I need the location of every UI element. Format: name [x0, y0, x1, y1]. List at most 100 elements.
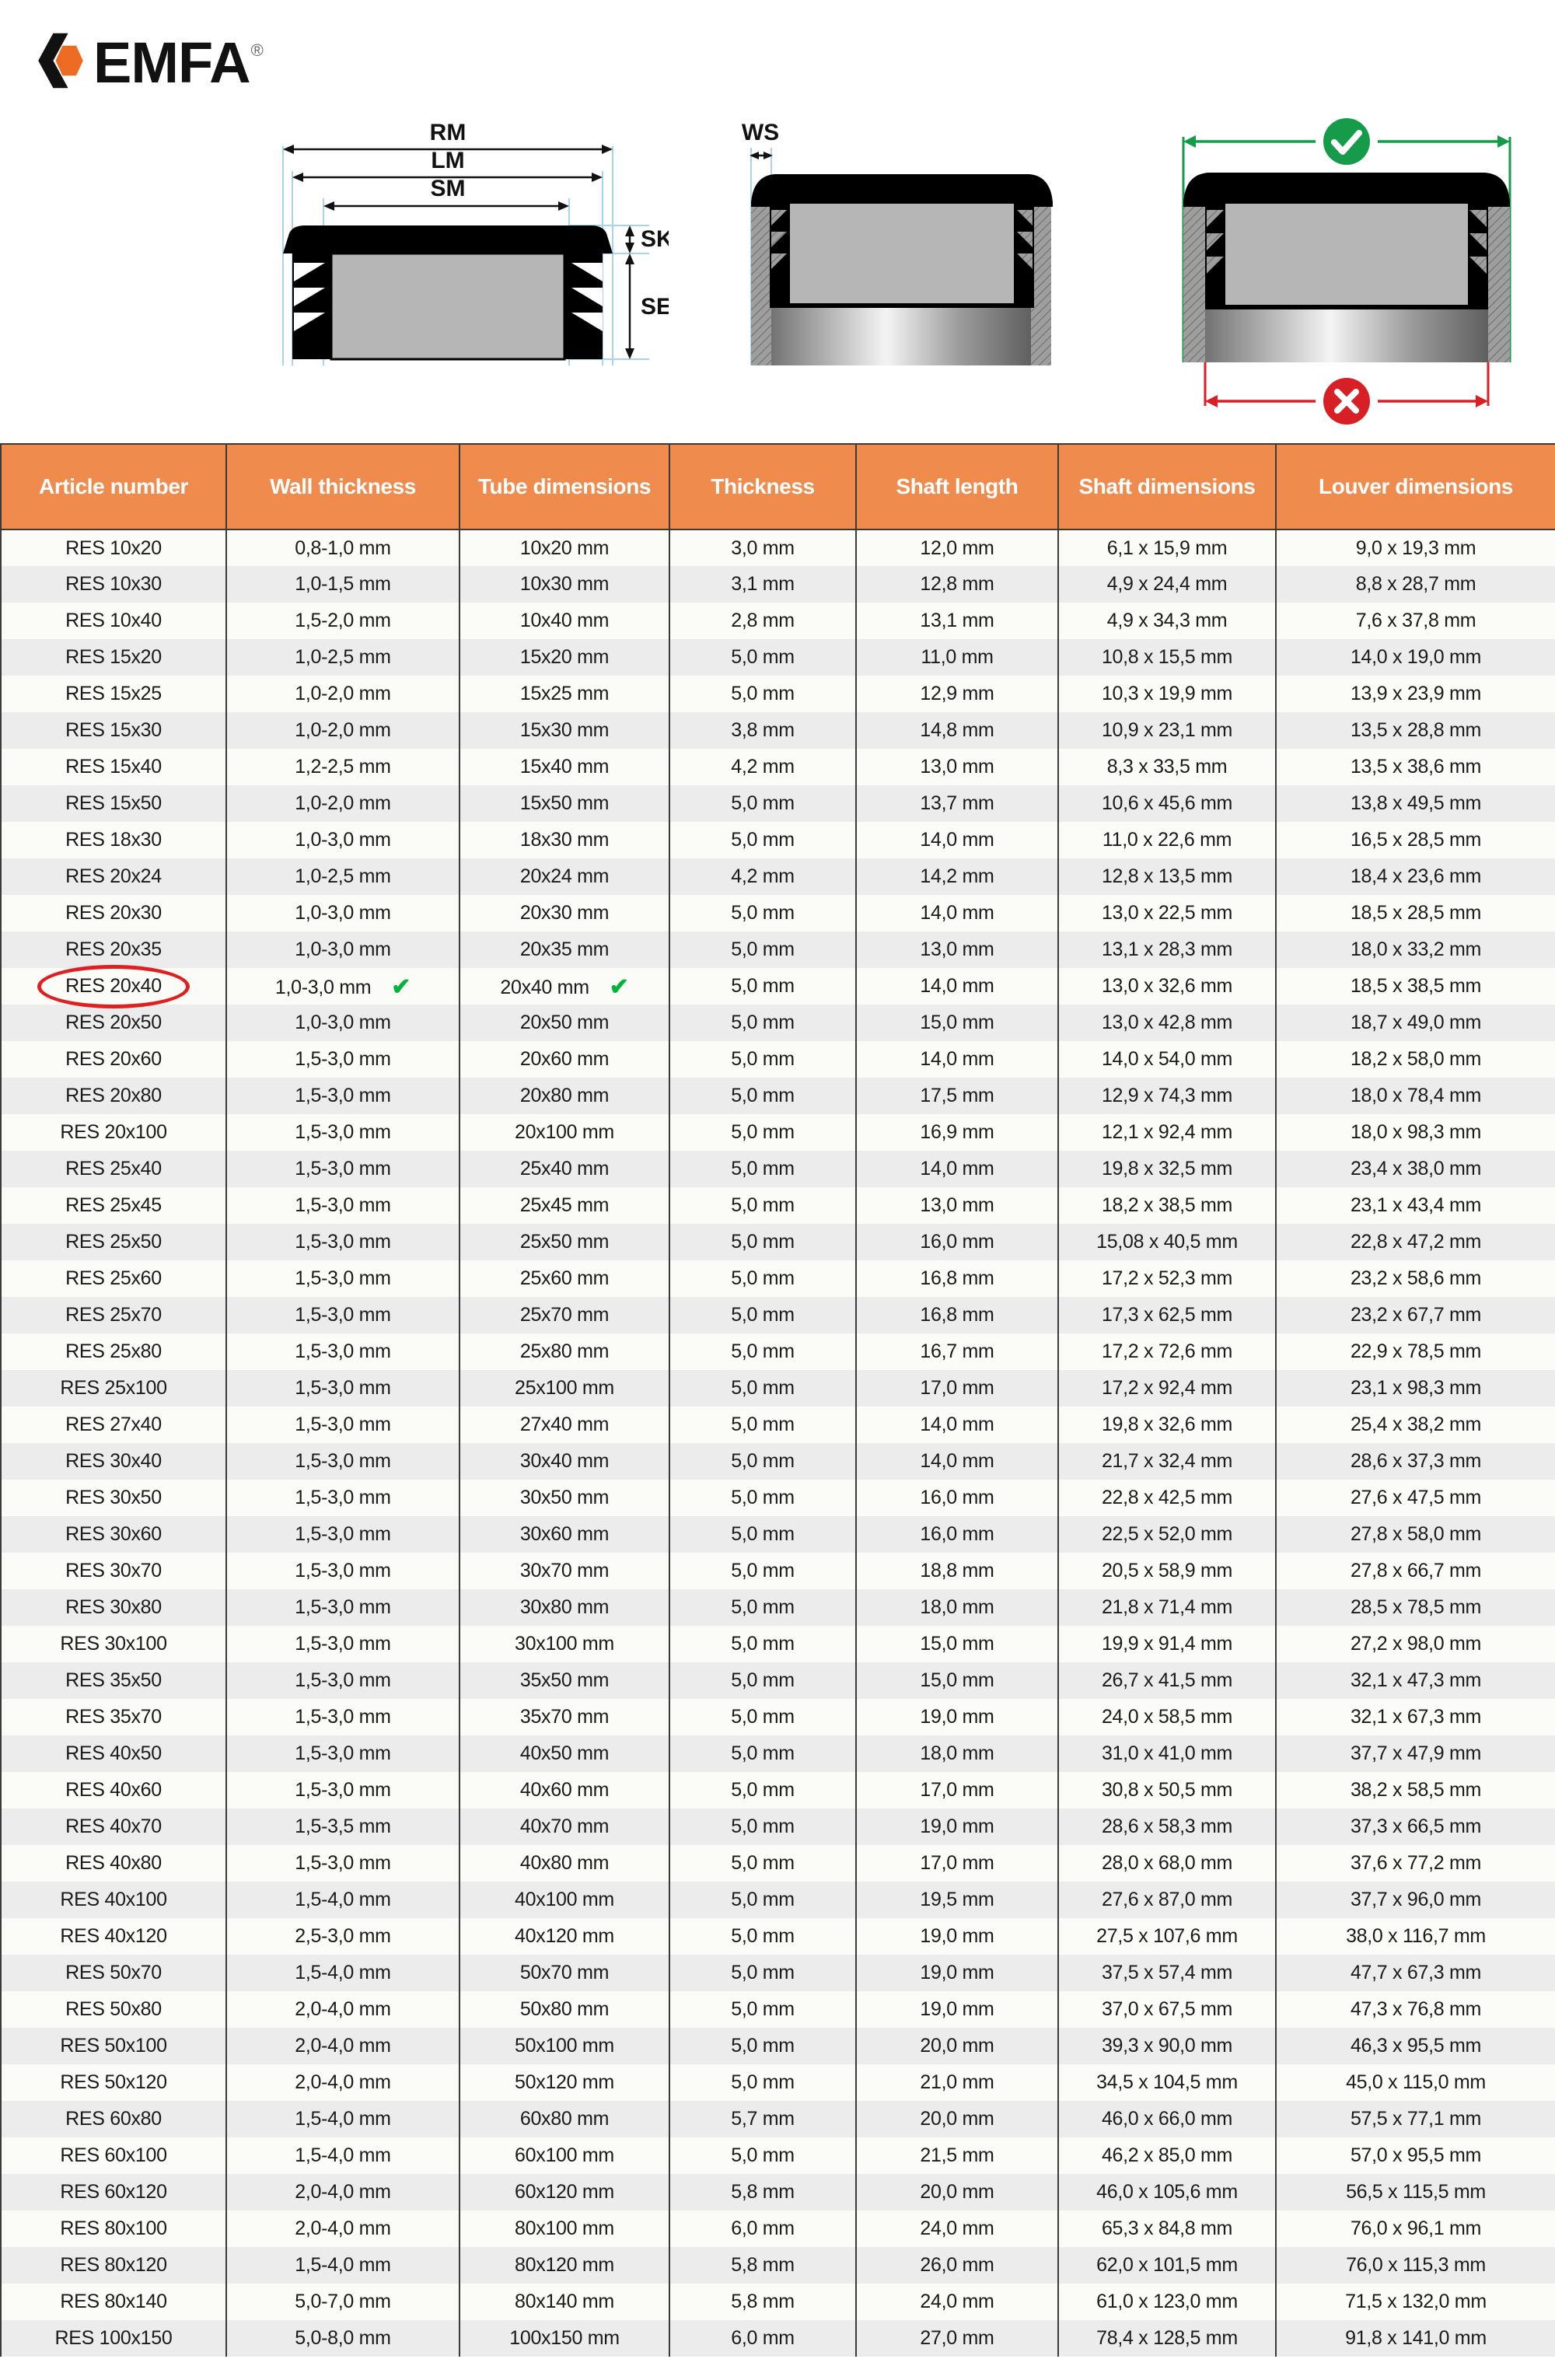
col-header-article-number[interactable]: Article number: [0, 443, 227, 530]
cell-shaft-length: 14,0 mm: [855, 968, 1059, 1005]
cell-shaft-dimensions: 22,8 x 42,5 mm: [1057, 1480, 1277, 1516]
table-row[interactable]: RES 15x25 1,0-2,0 mm 15x25 mm 5,0 mm 12,9 mm…: [0, 676, 1555, 712]
table-row[interactable]: RES 35x70 1,5-3,0 mm 35x70 mm 5,0 mm 19,0 mm…: [0, 1699, 1555, 1735]
col-header-thickness[interactable]: Thickness: [669, 443, 857, 530]
cell-wall-thickness: 1,0-1,5 mm: [225, 566, 460, 603]
table-row[interactable]: RES 15x40 1,2-2,5 mm 15x40 mm 4,2 mm 13,0 mm…: [0, 749, 1555, 785]
cell-thickness: 5,0 mm: [669, 676, 857, 712]
cell-shaft-length: 14,0 mm: [855, 1407, 1059, 1443]
cell-tube-dimensions: 20x60 mm: [459, 1041, 670, 1078]
col-header-wall-thickness[interactable]: Wall thickness: [225, 443, 460, 530]
table-row[interactable]: RES 20x60 1,5-3,0 mm 20x60 mm 5,0 mm 14,0 mm…: [0, 1041, 1555, 1078]
cell-thickness: 6,0 mm: [669, 2320, 857, 2357]
table-row[interactable]: RES 20x80 1,5-3,0 mm 20x80 mm 5,0 mm 17,5 mm…: [0, 1078, 1555, 1114]
cell-louver-dimensions: 14,0 x 19,0 mm: [1275, 639, 1555, 676]
cell-shaft-dimensions: 20,5 x 58,9 mm: [1057, 1553, 1277, 1589]
table-row[interactable]: RES 15x50 1,0-2,0 mm 15x50 mm 5,0 mm 13,7 mm…: [0, 785, 1555, 822]
table-row[interactable]: RES 30x80 1,5-3,0 mm 30x80 mm 5,0 mm 18,0 mm…: [0, 1589, 1555, 1626]
cell-article-number: RES 15x50: [0, 785, 227, 822]
table-row[interactable]: RES 40x80 1,5-3,0 mm 40x80 mm 5,0 mm 17,0 mm…: [0, 1845, 1555, 1882]
label-WS: WS: [742, 120, 779, 145]
cell-tube-dimensions: 20x100 mm: [459, 1114, 670, 1151]
table-row[interactable]: RES 25x80 1,5-3,0 mm 25x80 mm 5,0 mm 16,7 mm…: [0, 1333, 1555, 1370]
table-row[interactable]: RES 50x120 2,0-4,0 mm 50x120 mm 5,0 mm 21,0 …: [0, 2064, 1555, 2101]
table-row[interactable]: RES 50x100 2,0-4,0 mm 50x100 mm 5,0 mm 20,0 …: [0, 2028, 1555, 2064]
table-row[interactable]: RES 20x30 1,0-3,0 mm 20x30 mm 5,0 mm 14,0 mm…: [0, 895, 1555, 931]
table-row[interactable]: RES 15x20 1,0-2,5 mm 15x20 mm 5,0 mm 11,0 mm…: [0, 639, 1555, 676]
cell-thickness: 5,0 mm: [669, 1662, 857, 1699]
table-row[interactable]: RES 25x50 1,5-3,0 mm 25x50 mm 5,0 mm 16,0 mm…: [0, 1224, 1555, 1260]
table-row[interactable]: RES 30x100 1,5-3,0 mm 30x100 mm 5,0 mm 15,0 …: [0, 1626, 1555, 1662]
table-row[interactable]: RES 30x70 1,5-3,0 mm 30x70 mm 5,0 mm 18,8 mm…: [0, 1553, 1555, 1589]
table-row[interactable]: RES 20x35 1,0-3,0 mm 20x35 mm 5,0 mm 13,0 mm…: [0, 931, 1555, 968]
table-row[interactable]: RES 40x100 1,5-4,0 mm 40x100 mm 5,0 mm 19,5 …: [0, 1882, 1555, 1918]
cell-shaft-length: 19,0 mm: [855, 1991, 1059, 2028]
green-check-icon: ✔: [609, 974, 629, 1000]
cell-tube-dimensions: 15x20 mm: [459, 639, 670, 676]
cell-article-number: RES 10x20: [0, 529, 227, 566]
table-row[interactable]: RES 25x40 1,5-3,0 mm 25x40 mm 5,0 mm 14,0 mm…: [0, 1151, 1555, 1187]
cell-tube-dimensions: 80x140 mm: [459, 2284, 670, 2320]
table-row[interactable]: RES 25x70 1,5-3,0 mm 25x70 mm 5,0 mm 16,8 mm…: [0, 1297, 1555, 1333]
cell-article-number: RES 20x35: [0, 931, 227, 968]
cell-shaft-length: 18,0 mm: [855, 1735, 1059, 1772]
cell-wall-thickness: 1,5-4,0 mm: [225, 2101, 460, 2137]
table-row[interactable]: RES 20x50 1,0-3,0 mm 20x50 mm 5,0 mm 15,0 mm…: [0, 1005, 1555, 1041]
cell-louver-dimensions: 47,7 x 67,3 mm: [1275, 1955, 1555, 1991]
table-row[interactable]: RES 60x80 1,5-4,0 mm 60x80 mm 5,7 mm 20,0 mm…: [0, 2101, 1555, 2137]
page-header: EMFA®: [0, 0, 1555, 117]
table-row[interactable]: RES 25x100 1,5-3,0 mm 25x100 mm 5,0 mm 17,0 …: [0, 1370, 1555, 1407]
cell-article-number: RES 40x60: [0, 1772, 227, 1809]
cell-wall-thickness: 1,5-3,0 mm: [225, 1187, 460, 1224]
table-row[interactable]: RES 25x60 1,5-3,0 mm 25x60 mm 5,0 mm 16,8 mm…: [0, 1260, 1555, 1297]
cell-shaft-dimensions: 10,6 x 45,6 mm: [1057, 785, 1277, 822]
cell-louver-dimensions: 27,8 x 58,0 mm: [1275, 1516, 1555, 1553]
table-row[interactable]: RES 15x30 1,0-2,0 mm 15x30 mm 3,8 mm 14,8 mm…: [0, 712, 1555, 749]
table-row[interactable]: RES 20x24 1,0-2,5 mm 20x24 mm 4,2 mm 14,2 mm…: [0, 858, 1555, 895]
table-row[interactable]: RES 80x120 1,5-4,0 mm 80x120 mm 5,8 mm 26,0 …: [0, 2247, 1555, 2284]
table-row[interactable]: RES 35x50 1,5-3,0 mm 35x50 mm 5,0 mm 15,0 mm…: [0, 1662, 1555, 1699]
cell-shaft-length: 26,0 mm: [855, 2247, 1059, 2284]
table-row[interactable]: RES 100x150 5,0-8,0 mm 100x150 mm 6,0 mm 27,…: [0, 2320, 1555, 2357]
col-header-shaft-length[interactable]: Shaft length: [855, 443, 1059, 530]
table-row[interactable]: RES 40x70 1,5-3,5 mm 40x70 mm 5,0 mm 19,0 mm…: [0, 1809, 1555, 1845]
col-header-shaft-dimensions[interactable]: Shaft dimensions: [1057, 443, 1277, 530]
table-row[interactable]: RES 25x45 1,5-3,0 mm 25x45 mm 5,0 mm 13,0 mm…: [0, 1187, 1555, 1224]
cell-thickness: 5,0 mm: [669, 1991, 857, 2028]
cell-thickness: 5,0 mm: [669, 1407, 857, 1443]
table-row[interactable]: RES 30x50 1,5-3,0 mm 30x50 mm 5,0 mm 16,0 mm…: [0, 1480, 1555, 1516]
cell-wall-thickness: 1,5-3,5 mm: [225, 1809, 460, 1845]
cell-shaft-length: 19,5 mm: [855, 1882, 1059, 1918]
cell-wall-thickness: 1,5-3,0 mm: [225, 1772, 460, 1809]
table-row[interactable]: RES 30x40 1,5-3,0 mm 30x40 mm 5,0 mm 14,0 mm…: [0, 1443, 1555, 1480]
cell-louver-dimensions: 76,0 x 115,3 mm: [1275, 2247, 1555, 2284]
table-row[interactable]: RES 40x50 1,5-3,0 mm 40x50 mm 5,0 mm 18,0 mm…: [0, 1735, 1555, 1772]
table-row[interactable]: RES 50x80 2,0-4,0 mm 50x80 mm 5,0 mm 19,0 mm…: [0, 1991, 1555, 2028]
table-row[interactable]: RES 20x40 1,0-3,0 mm ✔ 20x40 mm ✔ 5,0 mm 14,0 …: [0, 964, 1555, 1008]
table-row[interactable]: RES 40x120 2,5-3,0 mm 40x120 mm 5,0 mm 19,0 …: [0, 1918, 1555, 1955]
table-row[interactable]: RES 60x100 1,5-4,0 mm 60x100 mm 5,0 mm 21,5 …: [0, 2137, 1555, 2174]
cell-thickness: 5,0 mm: [669, 1845, 857, 1882]
cell-wall-thickness: 1,5-4,0 mm: [225, 2137, 460, 2174]
cell-shaft-dimensions: 46,0 x 105,6 mm: [1057, 2174, 1277, 2210]
table-row[interactable]: RES 80x140 5,0-7,0 mm 80x140 mm 5,8 mm 24,0 …: [0, 2284, 1555, 2320]
emfa-hexagon-logo-icon: [38, 33, 83, 89]
table-row[interactable]: RES 30x60 1,5-3,0 mm 30x60 mm 5,0 mm 16,0 mm…: [0, 1516, 1555, 1553]
table-row[interactable]: RES 40x60 1,5-3,0 mm 40x60 mm 5,0 mm 17,0 mm…: [0, 1772, 1555, 1809]
table-row[interactable]: RES 18x30 1,0-3,0 mm 18x30 mm 5,0 mm 14,0 mm…: [0, 822, 1555, 858]
table-row[interactable]: RES 80x100 2,0-4,0 mm 80x100 mm 6,0 mm 24,0 …: [0, 2210, 1555, 2247]
table-row[interactable]: RES 50x70 1,5-4,0 mm 50x70 mm 5,0 mm 19,0 mm…: [0, 1955, 1555, 1991]
cell-article-number: RES 25x70: [0, 1297, 227, 1333]
col-header-tube-dimensions[interactable]: Tube dimensions: [459, 443, 670, 530]
cell-louver-dimensions: 9,0 x 19,3 mm: [1275, 529, 1555, 566]
cell-article-number: RES 20x80: [0, 1078, 227, 1114]
table-row[interactable]: RES 10x20 0,8-1,0 mm 10x20 mm 3,0 mm 12,0 mm…: [0, 529, 1555, 566]
table-row[interactable]: RES 60x120 2,0-4,0 mm 60x120 mm 5,8 mm 20,0 …: [0, 2174, 1555, 2210]
table-row[interactable]: RES 10x30 1,0-1,5 mm 10x30 mm 3,1 mm 12,8 mm…: [0, 566, 1555, 603]
cell-article-number: RES 40x80: [0, 1845, 227, 1882]
table-row[interactable]: RES 10x40 1,5-2,0 mm 10x40 mm 2,8 mm 13,1 mm…: [0, 603, 1555, 639]
table-row[interactable]: RES 20x100 1,5-3,0 mm 20x100 mm 5,0 mm 16,9 …: [0, 1114, 1555, 1151]
col-header-louver-dimensions[interactable]: Louver dimensions: [1275, 443, 1555, 530]
table-row[interactable]: RES 27x40 1,5-3,0 mm 27x40 mm 5,0 mm 14,0 mm…: [0, 1407, 1555, 1443]
cell-wall-thickness: 1,5-3,0 mm: [225, 1480, 460, 1516]
